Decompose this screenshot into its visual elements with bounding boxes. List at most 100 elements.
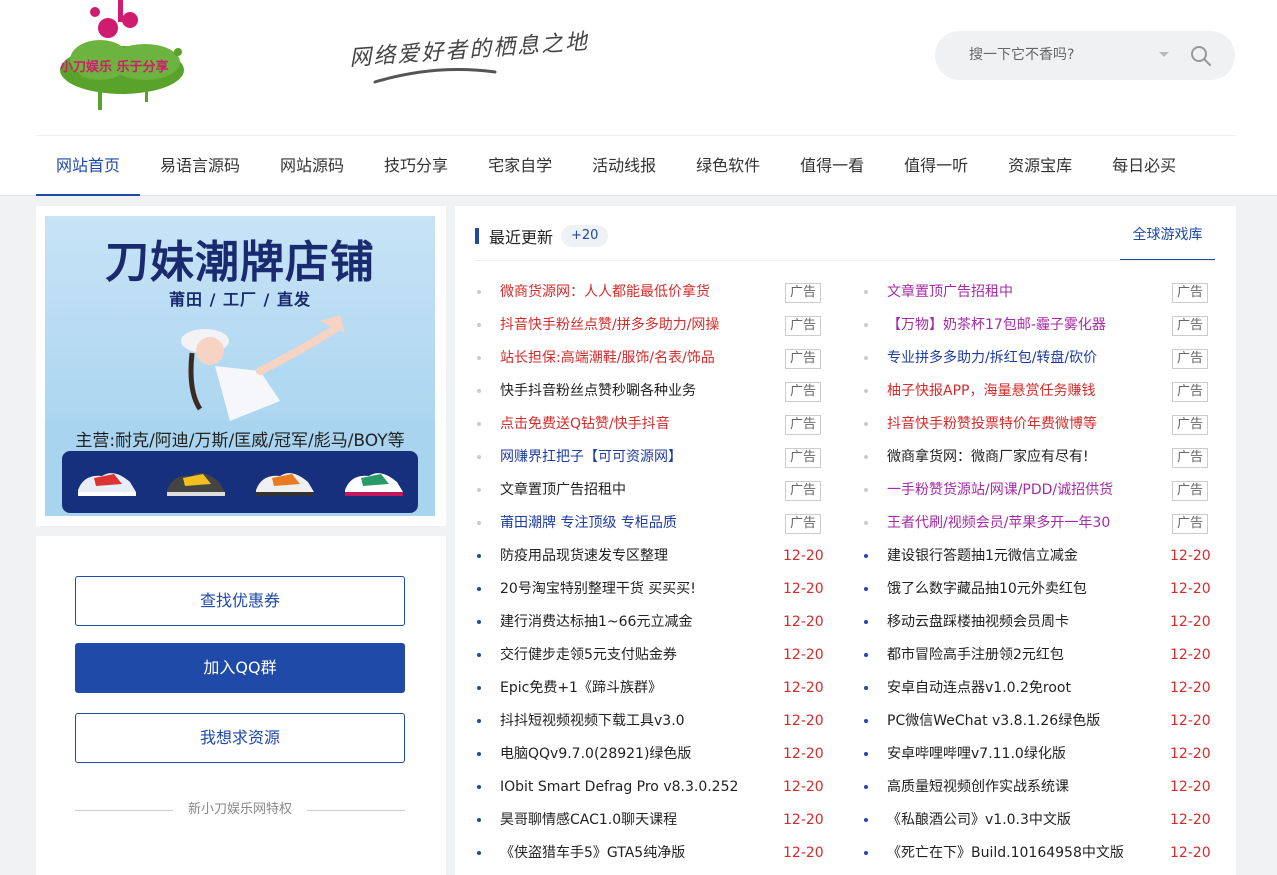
nav-item[interactable]: 技巧分享 (364, 136, 468, 196)
news-link[interactable]: 都市冒险高手注册领2元红包 (887, 639, 1162, 672)
news-link[interactable]: 建行消费达标抽1~66元立减金 (500, 606, 775, 639)
news-link[interactable]: 饿了么数字藏品抽10元外卖红包 (887, 573, 1162, 606)
ad-link[interactable]: 站长担保:高端潮鞋/服饰/名表/饰品 (500, 342, 775, 375)
tab-global-game-library[interactable]: 全球游戏库 (1120, 224, 1215, 261)
ad-list-item: 微商货源网：人人都能最低价拿货 广告 (477, 276, 822, 309)
news-date: 12-20 (1170, 812, 1211, 828)
ad-link[interactable]: 微商货源网：人人都能最低价拿货 (500, 276, 775, 309)
ad-link[interactable]: 抖音快手粉丝点赞/拼多多助力/网操 (500, 309, 775, 342)
news-link[interactable]: Epic免费+1《蹄斗族群》 (500, 672, 775, 705)
nav-item[interactable]: 绿色软件 (676, 136, 780, 196)
ad-subtitle: 莆田 / 工厂 / 直发 (169, 290, 311, 309)
news-link[interactable]: 安卓自动连点器v1.0.2免root (887, 672, 1162, 705)
bullet-dot (864, 752, 868, 756)
news-link[interactable]: 防疫用品现货速发专区整理 (500, 540, 775, 573)
nav-item[interactable]: 网站源码 (260, 136, 364, 196)
ad-link[interactable]: 文章置顶广告招租中 (887, 276, 1162, 309)
nav-item[interactable]: 宅家自学 (468, 136, 572, 196)
bullet-dot (864, 587, 868, 591)
news-link[interactable]: 安卓哔哩哔哩v7.11.0绿化版 (887, 738, 1162, 771)
nav-item[interactable]: 易语言源码 (140, 136, 260, 196)
news-link[interactable]: 高质量短视频创作实战系统课 (887, 771, 1162, 804)
news-link[interactable]: 20号淘宝特别整理干货 买买买! (500, 573, 775, 606)
ad-link[interactable]: 文章置顶广告招租中 (500, 474, 775, 507)
news-link[interactable]: 《死亡在下》Build.10164958中文版 (887, 837, 1162, 870)
bullet-dot (864, 356, 868, 360)
news-link[interactable]: IObit Smart Defrag Pro v8.3.0.252 (500, 771, 775, 804)
bullet-dot (864, 554, 868, 558)
bullet-dot (864, 686, 868, 690)
nav-item[interactable]: 值得一看 (780, 136, 884, 196)
find-coupon-button[interactable]: 查找优惠券 (75, 576, 405, 626)
news-list-item: 建行消费达标抽1~66元立减金 12-20 (477, 606, 824, 639)
news-date: 12-20 (783, 779, 824, 795)
bullet-dot (477, 323, 481, 327)
ad-box: 刀妹潮牌店铺 莆田 / 工厂 / 直发 主营:耐克/阿迪/万斯/匡威/冠军/彪马… (36, 206, 446, 526)
chevron-down-icon[interactable] (1159, 52, 1169, 57)
news-list-item: 《侠盗猎车手5》GTA5纯净版 12-20 (477, 837, 824, 870)
news-link[interactable]: PC微信WeChat v3.8.1.26绿色版 (887, 705, 1162, 738)
news-list-item: 都市冒险高手注册领2元红包 12-20 (864, 639, 1211, 672)
bullet-dot (477, 455, 481, 459)
search-icon[interactable] (1190, 45, 1212, 67)
join-qq-group-button[interactable]: 加入QQ群 (75, 643, 405, 693)
shop-ad-banner[interactable]: 刀妹潮牌店铺 莆田 / 工厂 / 直发 主营:耐克/阿迪/万斯/匡威/冠军/彪马… (45, 216, 435, 516)
news-date: 12-20 (1170, 647, 1211, 663)
news-date: 12-20 (783, 812, 824, 828)
ad-link[interactable]: 快手抖音粉丝点赞秒唰各种业务 (500, 375, 775, 408)
bullet-dot (864, 488, 868, 492)
update-count-badge: +20 (561, 225, 609, 247)
ad-tag: 广告 (1172, 349, 1208, 369)
ad-link[interactable]: 点击免费送Q钻赞/快手抖音 (500, 408, 775, 441)
news-link[interactable]: 昊哥聊情感CAC1.0聊天课程 (500, 804, 775, 837)
news-link[interactable]: 交行健步走领5元支付贴金券 (500, 639, 775, 672)
news-date: 12-20 (783, 614, 824, 630)
ad-tag: 广告 (785, 316, 821, 336)
ad-link[interactable]: 【万物】奶茶杯17包邮-霾子雾化器 (887, 309, 1162, 342)
section-divider (475, 260, 1215, 261)
left-list: 微商货源网：人人都能最低价拿货 广告 抖音快手粉丝点赞/拼多多助力/网操 广告 站长担保… (477, 276, 824, 870)
ad-tag: 广告 (785, 514, 821, 534)
ad-link[interactable]: 抖音快手粉赞投票特价年费微博等 (887, 408, 1162, 441)
ad-link[interactable]: 专业拼多多助力/拆红包/转盘/砍价 (887, 342, 1162, 375)
nav-item[interactable]: 值得一听 (884, 136, 988, 196)
bullet-dot (864, 785, 868, 789)
search-input[interactable] (969, 43, 1149, 67)
bullet-dot (864, 323, 868, 327)
news-list-item: PC微信WeChat v3.8.1.26绿色版 12-20 (864, 705, 1211, 738)
ad-tag: 广告 (1172, 514, 1208, 534)
request-resource-button[interactable]: 我想求资源 (75, 713, 405, 763)
news-link[interactable]: 移动云盘踩楼抽视频会员周卡 (887, 606, 1162, 639)
ad-link[interactable]: 一手粉赞货源站/网课/PDD/诚招供货 (887, 474, 1162, 507)
search-box (935, 31, 1235, 80)
nav-item[interactable]: 资源宝库 (988, 136, 1092, 196)
ad-link[interactable]: 微商拿货网：微商厂家应有尽有! (887, 441, 1162, 474)
news-list-item: 《死亡在下》Build.10164958中文版 12-20 (864, 837, 1211, 870)
ad-tag: 广告 (1172, 448, 1208, 468)
ad-list-item: 王者代刷/视频会员/苹果多开一年30 广告 (864, 507, 1209, 540)
nav-item[interactable]: 网站首页 (36, 136, 141, 196)
ad-list-item: 抖音快手粉丝点赞/拼多多助力/网操 广告 (477, 309, 822, 342)
bullet-dot (477, 686, 481, 690)
news-link[interactable]: 抖抖短视频视频下载工具v3.0 (500, 705, 775, 738)
bullet-dot (864, 719, 868, 723)
ad-list-item: 【万物】奶茶杯17包邮-霾子雾化器 广告 (864, 309, 1209, 342)
news-link[interactable]: 《私酿酒公司》v1.0.3中文版 (887, 804, 1162, 837)
news-link[interactable]: 《侠盗猎车手5》GTA5纯净版 (500, 837, 775, 870)
ad-link[interactable]: 柚子快报APP，海量悬赏任务赚钱 (887, 375, 1162, 408)
nav-item[interactable]: 每日必买 (1092, 136, 1196, 196)
nav-item[interactable]: 活动线报 (572, 136, 676, 196)
news-link[interactable]: 电脑QQv9.7.0(28921)绿色版 (500, 738, 775, 771)
bullet-dot (477, 620, 481, 624)
news-link[interactable]: 建设银行答题抽1元微信立减金 (887, 540, 1162, 573)
bullet-dot (477, 554, 481, 558)
news-date: 12-20 (783, 548, 824, 564)
ad-list-item: 抖音快手粉赞投票特价年费微博等 广告 (864, 408, 1209, 441)
privilege-label: 新小刀娱乐网特权 (187, 802, 292, 817)
section-title: 最近更新 (489, 228, 554, 247)
ad-list-item: 专业拼多多助力/拆红包/转盘/砍价 广告 (864, 342, 1209, 375)
site-logo[interactable]: 小刀娱乐 乐于分享 (50, 0, 200, 118)
ad-link[interactable]: 莆田潮牌 专注顶级 专柜品质 (500, 507, 775, 540)
ad-link[interactable]: 网赚界扛把子【可可资源网】 (500, 441, 775, 474)
ad-link[interactable]: 王者代刷/视频会员/苹果多开一年30 (887, 507, 1162, 540)
